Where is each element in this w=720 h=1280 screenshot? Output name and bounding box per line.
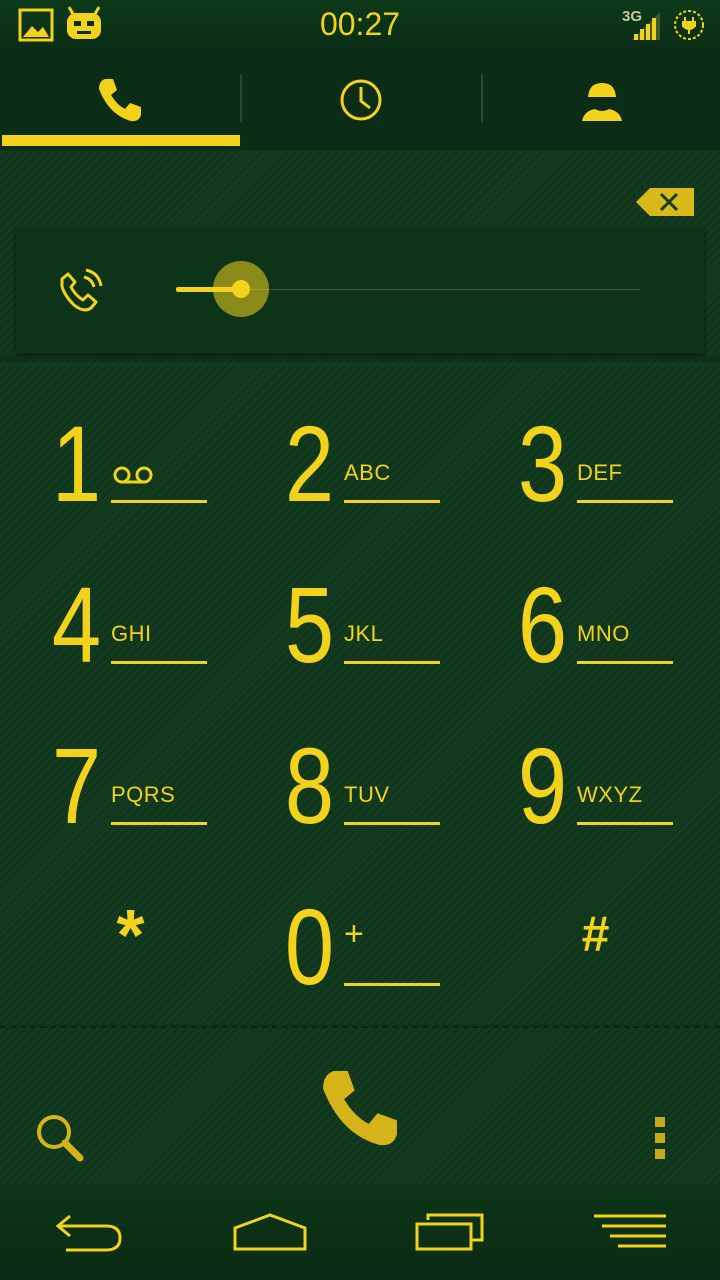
key-digit: 0 (284, 886, 334, 1007)
recent-apps-icon (415, 1213, 484, 1251)
home-icon (233, 1213, 307, 1251)
key-underline (111, 500, 207, 503)
key-1[interactable]: 1 (0, 382, 233, 542)
phone-ringing-icon (60, 268, 103, 312)
recent-apps-button[interactable] (360, 1184, 540, 1280)
tab-bar (0, 50, 720, 150)
action-bar (0, 1026, 720, 1186)
home-button[interactable] (180, 1184, 360, 1280)
key-9[interactable]: 9 WXYZ (466, 704, 699, 864)
tab-contacts[interactable] (482, 50, 720, 150)
key-underline (577, 822, 673, 825)
search-icon[interactable] (34, 1112, 86, 1164)
key-digit: 7 (51, 725, 101, 846)
key-letters: + (344, 915, 365, 953)
menu-button[interactable] (540, 1184, 720, 1280)
key-underline (344, 983, 440, 986)
key-4[interactable]: 4 GHI (0, 543, 233, 703)
nav-bar (0, 1184, 720, 1280)
status-time: 00:27 (319, 6, 401, 42)
key-7[interactable]: 7 PQRS (0, 704, 233, 864)
key-digit: 4 (51, 564, 101, 685)
battery-charging-icon (674, 10, 704, 40)
key-underline (344, 822, 440, 825)
key-letters: TUV (344, 782, 390, 807)
phone-icon (99, 79, 141, 122)
tab-call-log[interactable] (241, 50, 481, 150)
key-star[interactable]: * (14, 865, 247, 1025)
key-digit: 3 (517, 403, 567, 524)
status-bar: 00:27 3G (0, 0, 720, 50)
key-letters: DEF (577, 460, 623, 485)
call-card (16, 227, 704, 353)
clock-icon (340, 79, 382, 121)
key-pound[interactable]: # (479, 865, 712, 1025)
keypad: 1 2 ABC 3 DEF 4 GHI 5 JKL 6 MNO 7 PQRS 8… (0, 362, 720, 1024)
slider-thumb[interactable] (231, 280, 250, 298)
backspace-icon[interactable] (636, 186, 694, 218)
selected-tab-indicator (2, 135, 240, 146)
menu-icon (594, 1214, 666, 1248)
key-0[interactable]: 0 + (233, 865, 466, 1025)
key-digit: 8 (284, 725, 334, 846)
key-underline (577, 661, 673, 664)
key-underline (577, 500, 673, 503)
overflow-menu-icon[interactable] (648, 1114, 672, 1164)
key-2[interactable]: 2 ABC (233, 382, 466, 542)
key-digit: 6 (517, 564, 567, 685)
signal-icon (632, 12, 660, 40)
key-symbol: # (581, 906, 610, 962)
key-letters: ABC (344, 460, 391, 485)
key-digit: 5 (284, 564, 334, 685)
key-8[interactable]: 8 TUV (233, 704, 466, 864)
key-digit: 2 (284, 403, 334, 524)
key-digit: 9 (517, 725, 567, 846)
key-digit: 1 (51, 403, 101, 524)
back-icon (55, 1214, 122, 1252)
key-underline (111, 822, 207, 825)
digits-area (0, 150, 720, 355)
key-symbol: * (116, 896, 145, 976)
key-5[interactable]: 5 JKL (233, 543, 466, 703)
call-icon[interactable] (316, 1064, 404, 1152)
key-6[interactable]: 6 MNO (466, 543, 699, 703)
key-letters: WXYZ (577, 782, 643, 807)
key-letters: GHI (111, 621, 152, 646)
key-letters: MNO (577, 621, 630, 646)
key-underline (111, 661, 207, 664)
key-underline (344, 661, 440, 664)
key-letters: JKL (344, 621, 384, 646)
key-underline (344, 500, 440, 503)
key-letters: PQRS (111, 782, 176, 807)
key-3[interactable]: 3 DEF (466, 382, 699, 542)
contact-icon (582, 83, 622, 121)
voicemail-icon (113, 466, 153, 484)
back-button[interactable] (0, 1184, 180, 1280)
